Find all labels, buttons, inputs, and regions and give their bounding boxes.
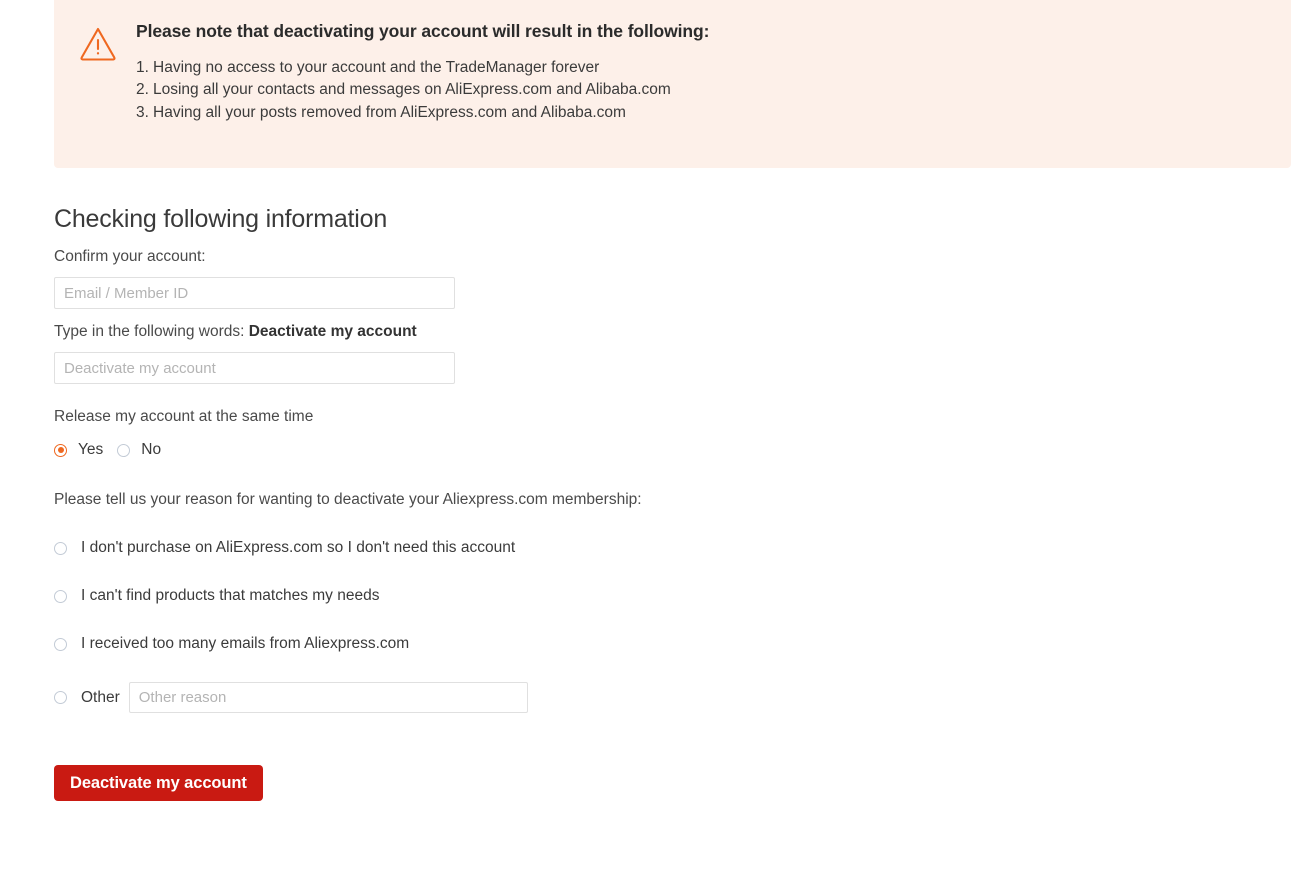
release-yes-label[interactable]: Yes (78, 440, 103, 460)
type-words-prefix: Type in the following words: (54, 323, 249, 340)
list-item-number: 3. (136, 103, 149, 121)
confirm-account-label: Confirm your account: (54, 248, 206, 265)
list-item: 2. Losing all your contacts and messages … (136, 79, 709, 102)
reason-other-radio[interactable] (54, 691, 67, 704)
warning-consequences-list: 1. Having no access to your account and t… (136, 57, 709, 125)
warning-banner-content: Please note that deactivating your accou… (54, 20, 1291, 124)
page-title: Checking following information (54, 205, 388, 233)
reason-no-match-radio[interactable] (54, 589, 67, 603)
release-account-label: Release my account at the same time (54, 408, 314, 425)
deactivate-account-button[interactable]: Deactivate my account (54, 765, 263, 801)
list-item-text: Losing all your contacts and messages on… (153, 81, 671, 99)
reason-prompt-label: Please tell us your reason for wanting t… (54, 491, 642, 508)
list-item-number: 2. (136, 81, 149, 99)
warning-text-block: Please note that deactivating your accou… (136, 20, 709, 124)
reason-option-too-many-emails[interactable]: I received too many emails from Aliexpre… (54, 634, 1254, 654)
reason-no-purchase-label[interactable]: I don't purchase on AliExpress.com so I … (81, 538, 515, 558)
other-reason-input[interactable] (128, 682, 528, 713)
deactivation-form: Checking following information Confirm y… (54, 168, 1254, 801)
type-words-label: Type in the following words: Deactivate … (54, 322, 1254, 342)
list-item-text: Having all your posts removed from AliEx… (153, 103, 626, 121)
type-words-input[interactable] (54, 352, 455, 384)
release-no-radio[interactable] (117, 443, 131, 457)
warning-title: Please note that deactivating your accou… (136, 21, 710, 41)
reason-option-no-purchase[interactable]: I don't purchase on AliExpress.com so I … (54, 538, 1254, 558)
reason-too-many-emails-radio[interactable] (54, 637, 67, 651)
release-no-label[interactable]: No (141, 440, 161, 460)
list-item-text: Having no access to your account and the… (153, 58, 600, 76)
release-yes-radio[interactable] (54, 443, 67, 457)
list-item: 3. Having all your posts removed from Ali… (136, 102, 709, 125)
release-account-radio-group: Yes No (54, 440, 1254, 460)
confirm-account-input[interactable] (54, 277, 455, 309)
reason-no-purchase-radio[interactable] (54, 541, 67, 555)
list-item-number: 1. (136, 58, 149, 76)
list-item: 1. Having no access to your account and t… (136, 57, 709, 80)
deactivation-warning-banner: Please note that deactivating your accou… (54, 0, 1291, 168)
reason-other-label[interactable]: Other (81, 688, 120, 708)
reason-too-many-emails-label[interactable]: I received too many emails from Aliexpre… (81, 634, 409, 654)
warning-triangle-icon (78, 24, 118, 62)
type-words-phrase: Deactivate my account (248, 323, 417, 340)
reason-option-other[interactable]: Other (54, 682, 1254, 713)
reason-option-no-match[interactable]: I can't find products that matches my ne… (54, 586, 1254, 606)
reason-no-match-label[interactable]: I can't find products that matches my ne… (81, 586, 379, 606)
